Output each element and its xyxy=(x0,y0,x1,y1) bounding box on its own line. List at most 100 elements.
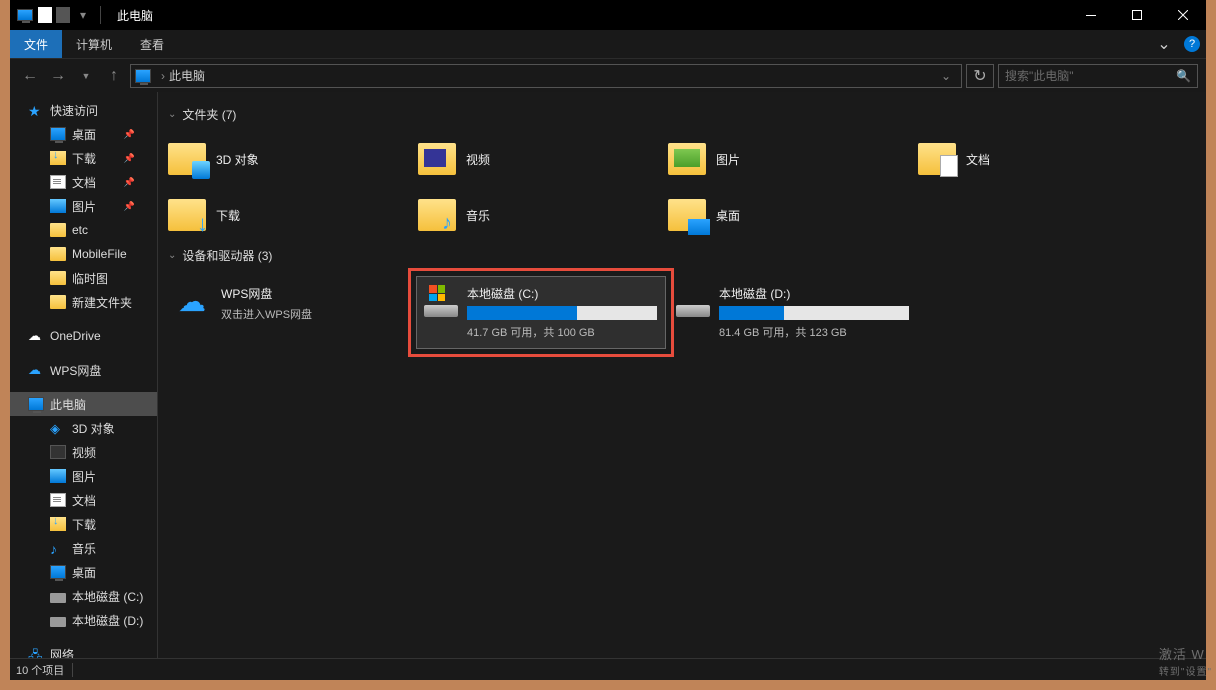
sidebar-pc-item[interactable]: 视频 xyxy=(10,440,157,464)
sidebar-quick-access[interactable]: ★快速访问 xyxy=(10,98,157,122)
drive-d[interactable]: 本地磁盘 (D:) 81.4 GB 可用，共 123 GB xyxy=(668,276,918,349)
sidebar-qa-item[interactable]: 文档 xyxy=(10,170,157,194)
drive-sub: 双击进入WPS网盘 xyxy=(221,306,405,322)
sidebar-pc-item[interactable]: 下载 xyxy=(10,512,157,536)
refresh-button[interactable]: ↻ xyxy=(966,64,994,88)
system-icon[interactable] xyxy=(16,6,34,24)
minimize-button[interactable] xyxy=(1068,0,1114,30)
sidebar-pc-item[interactable]: 本地磁盘 (D:) xyxy=(10,608,157,632)
sidebar-network[interactable]: 🖧网络 xyxy=(10,642,157,658)
folder-item[interactable]: 文档 xyxy=(914,131,1164,187)
section-drives[interactable]: ⌄ 设备和驱动器 (3) xyxy=(164,243,1200,272)
folder-item[interactable]: 图片 xyxy=(664,131,914,187)
sidebar-pc-item[interactable]: ♪音乐 xyxy=(10,536,157,560)
pc-icon xyxy=(135,69,151,83)
ribbon-expand-icon[interactable]: ⌄ xyxy=(1150,30,1178,58)
content-area: ⌄ 文件夹 (7) 3D 对象 视频 图片 文档下载音乐 桌面 ⌄ 设备和驱动器 (3)… xyxy=(158,92,1206,658)
sidebar-qa-item[interactable]: MobileFile xyxy=(10,242,157,266)
tab-file[interactable]: 文件 xyxy=(10,30,62,58)
doc-icon xyxy=(50,493,66,507)
address-location: 此电脑 xyxy=(169,67,205,84)
sidebar-wps[interactable]: ☁WPS网盘 xyxy=(10,358,157,382)
item-count: 10 个项目 xyxy=(16,662,64,678)
folderY-icon xyxy=(50,295,66,309)
folder-item[interactable]: 音乐 xyxy=(414,187,664,243)
folder-item[interactable]: 视频 xyxy=(414,131,664,187)
recent-dropdown-icon[interactable]: ▼ xyxy=(74,64,98,88)
section-folders[interactable]: ⌄ 文件夹 (7) xyxy=(164,102,1200,131)
tab-view[interactable]: 查看 xyxy=(126,30,178,58)
sidebar-pc-item[interactable]: 本地磁盘 (C:) xyxy=(10,584,157,608)
activation-watermark: 激活 W 转到"设置" xyxy=(1159,644,1212,678)
music-icon: ♪ xyxy=(50,541,66,555)
folder-icon xyxy=(418,143,456,175)
sidebar-qa-item[interactable]: 图片 xyxy=(10,194,157,218)
qat-icon-2[interactable] xyxy=(56,7,70,23)
folder-item[interactable]: 桌面 xyxy=(664,187,914,243)
drive-c[interactable]: 本地磁盘 (C:) 41.7 GB 可用，共 100 GB xyxy=(416,276,666,349)
drive-icon xyxy=(50,617,66,627)
folder-icon xyxy=(668,143,706,175)
back-button[interactable]: ← xyxy=(18,64,42,88)
ribbon: 文件 计算机 查看 ⌄ ? xyxy=(10,30,1206,58)
folderY-icon xyxy=(50,223,66,237)
help-icon[interactable]: ? xyxy=(1178,30,1206,58)
folderY-icon xyxy=(50,271,66,285)
monitor-icon xyxy=(50,565,66,579)
sidebar-pc-item[interactable]: 图片 xyxy=(10,464,157,488)
drive-name: 本地磁盘 (C:) xyxy=(467,285,657,302)
separator xyxy=(100,6,101,24)
folder-icon xyxy=(918,143,956,175)
sidebar-this-pc[interactable]: 此电脑 xyxy=(10,392,157,416)
drive-name: 本地磁盘 (D:) xyxy=(719,285,909,302)
search-input[interactable]: 搜索"此电脑" 🔍 xyxy=(998,64,1198,88)
maximize-button[interactable] xyxy=(1114,0,1160,30)
sidebar-pc-item[interactable]: 文档 xyxy=(10,488,157,512)
folderDL-icon xyxy=(50,151,66,165)
sidebar-qa-item[interactable]: 桌面 xyxy=(10,122,157,146)
sidebar-pc-item[interactable]: 桌面 xyxy=(10,560,157,584)
sidebar-pc-item[interactable]: ◈3D 对象 xyxy=(10,416,157,440)
folder-item[interactable]: 下载 xyxy=(164,187,414,243)
drive-status: 81.4 GB 可用，共 123 GB xyxy=(719,324,909,340)
folderDL-icon xyxy=(50,517,66,531)
sidebar-qa-item[interactable]: 新建文件夹 xyxy=(10,290,157,314)
disk-icon xyxy=(425,285,457,317)
drive-icon xyxy=(50,593,66,603)
pc-icon xyxy=(28,397,44,411)
sidebar-qa-item[interactable]: etc xyxy=(10,218,157,242)
chevron-down-icon: ⌄ xyxy=(168,109,176,120)
crumb-sep-icon: › xyxy=(157,69,169,83)
up-button[interactable]: ↑ xyxy=(102,64,126,88)
wps-cloud-icon: ☁ xyxy=(173,285,211,317)
cloud-icon: ☁ xyxy=(28,329,44,343)
address-dropdown-icon[interactable]: ⌄ xyxy=(935,69,957,83)
address-bar[interactable]: › 此电脑 ⌄ xyxy=(130,64,962,88)
sidebar-onedrive[interactable]: ☁OneDrive xyxy=(10,324,157,348)
qat-icon-1[interactable] xyxy=(38,7,52,23)
folder-item[interactable]: 3D 对象 xyxy=(164,131,414,187)
search-placeholder: 搜索"此电脑" xyxy=(1005,67,1074,84)
img-icon xyxy=(50,199,66,213)
search-icon: 🔍 xyxy=(1176,69,1191,83)
star-icon: ★ xyxy=(28,103,44,117)
drive-usage-bar xyxy=(719,306,909,320)
cube-icon: ◈ xyxy=(50,421,66,435)
folder-icon xyxy=(668,199,706,231)
close-button[interactable] xyxy=(1160,0,1206,30)
forward-button[interactable]: → xyxy=(46,64,70,88)
qat-dropdown-icon[interactable]: ▾ xyxy=(74,6,92,24)
drive-status: 41.7 GB 可用，共 100 GB xyxy=(467,324,657,340)
folder-label: 图片 xyxy=(716,151,740,168)
img-icon xyxy=(50,469,66,483)
sidebar-qa-item[interactable]: 临时图 xyxy=(10,266,157,290)
window-titlebar: ▾ 此电脑 xyxy=(10,0,1206,30)
folder-label: 桌面 xyxy=(716,207,740,224)
folder-label: 3D 对象 xyxy=(216,151,259,168)
folder-label: 视频 xyxy=(466,151,490,168)
folderY-icon xyxy=(50,247,66,261)
window-title: 此电脑 xyxy=(111,7,153,24)
sidebar-qa-item[interactable]: 下载 xyxy=(10,146,157,170)
drive-wps[interactable]: ☁ WPS网盘 双击进入WPS网盘 xyxy=(164,276,414,349)
tab-computer[interactable]: 计算机 xyxy=(62,30,126,58)
